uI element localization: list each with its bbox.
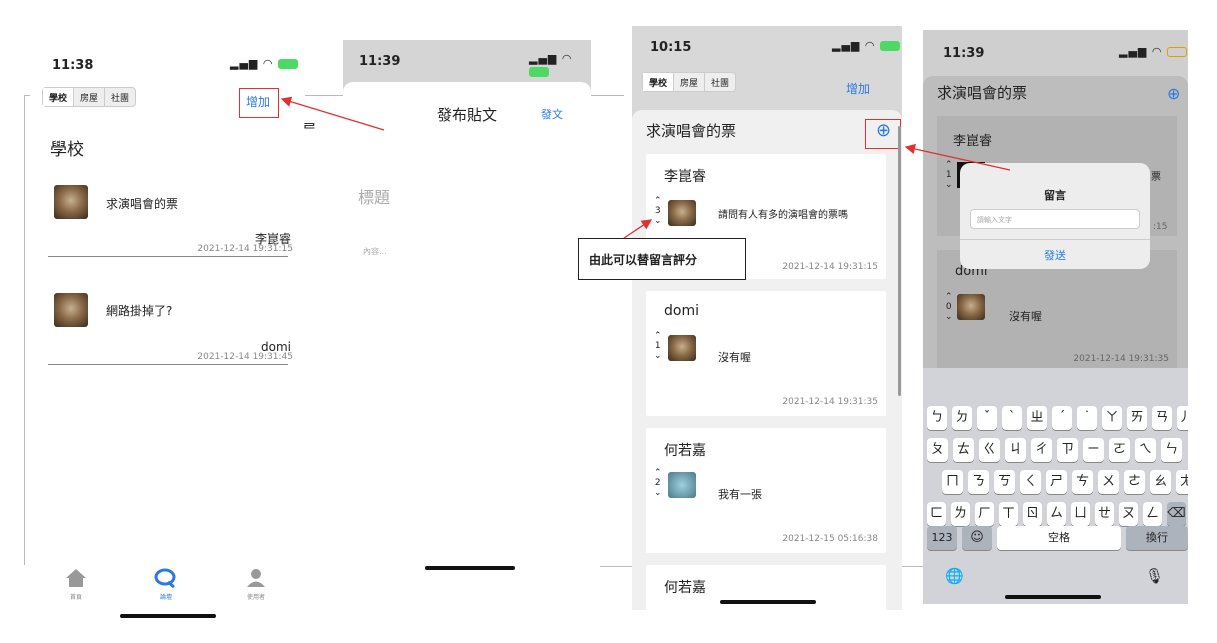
annotation-arrows <box>280 96 1011 239</box>
arrow-to-add-button <box>280 96 385 131</box>
arrow-to-vote-stepper <box>623 219 653 239</box>
arrow-to-plus-button <box>904 143 1011 171</box>
